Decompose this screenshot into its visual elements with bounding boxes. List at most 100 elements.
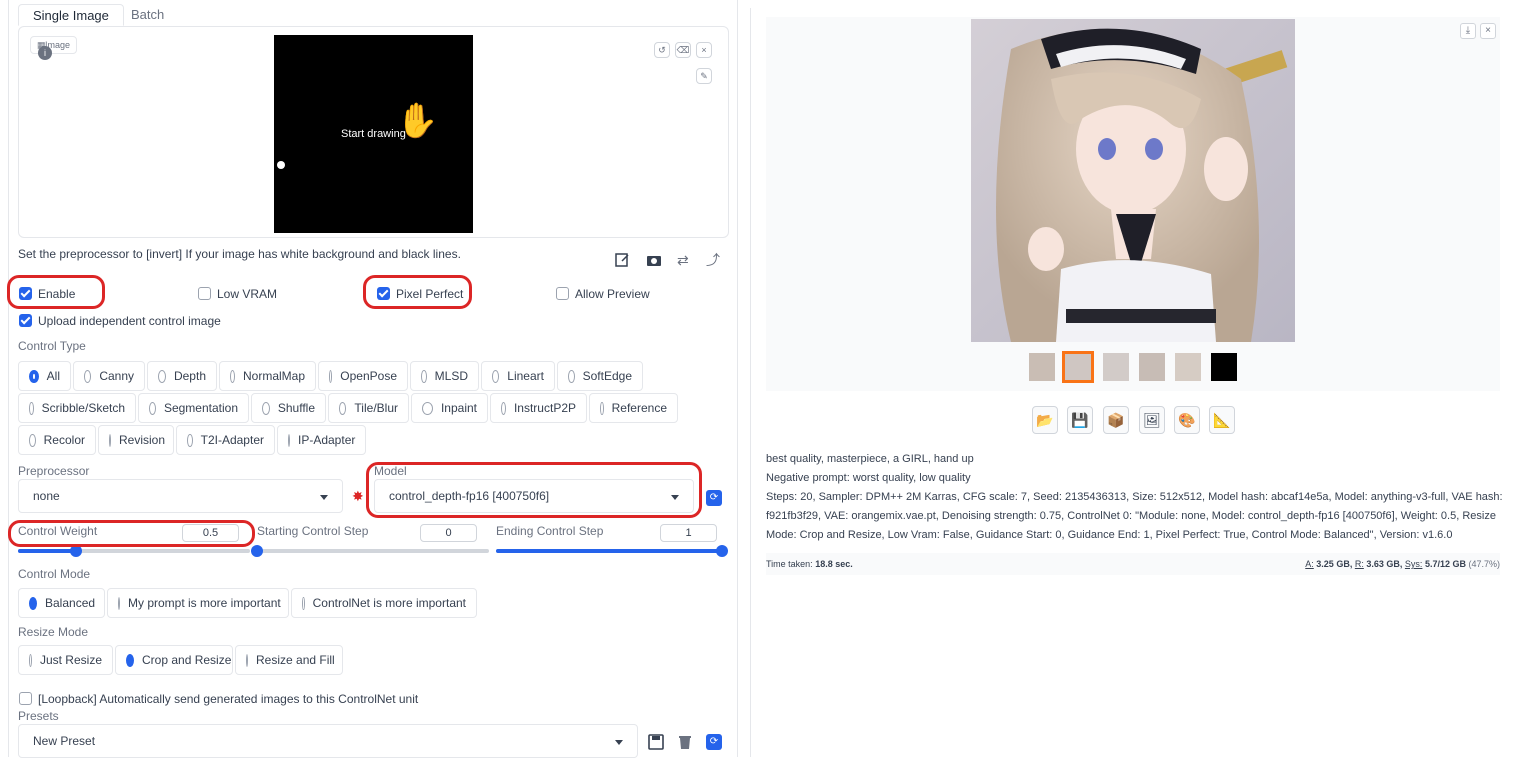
send-to-extras-button[interactable]: 📐 [1209, 406, 1235, 434]
control-type-segmentation[interactable]: Segmentation [138, 393, 249, 423]
thumbnail[interactable] [1175, 353, 1201, 381]
close-icon[interactable]: × [696, 42, 712, 58]
tab-batch[interactable]: Batch [117, 4, 178, 26]
erase-icon[interactable]: ⌫ [675, 42, 691, 58]
control-type-revision[interactable]: Revision [98, 425, 174, 455]
control-type-scribble[interactable]: Scribble/Sketch [18, 393, 136, 423]
chevron-down-icon [615, 740, 623, 745]
zip-button[interactable]: 📦 [1103, 406, 1129, 434]
send-to-img2img-button[interactable]: 🖼 [1139, 406, 1165, 434]
refresh-presets-icon[interactable]: ⟳ [706, 734, 722, 750]
drawing-canvas[interactable]: Start drawing ✋ [274, 35, 473, 233]
control-mode-label: Control Mode [18, 567, 91, 581]
brush-icon[interactable]: ✎ [696, 68, 712, 84]
zip-icon: 📦 [1107, 411, 1125, 428]
thumbnail-grid[interactable] [1029, 353, 1055, 381]
refresh-models-icon[interactable]: ⟳ [706, 490, 722, 506]
control-type-t2i-adapter[interactable]: T2I-Adapter [176, 425, 275, 455]
control-mode-prompt[interactable]: My prompt is more important [107, 588, 289, 618]
send-icon[interactable]: ⤴ [706, 252, 722, 268]
control-type-normalmap[interactable]: NormalMap [219, 361, 316, 391]
control-type-tile-blur[interactable]: Tile/Blur [328, 393, 409, 423]
starting-step-slider[interactable] [251, 545, 263, 557]
save-preset-icon[interactable] [648, 734, 664, 750]
control-mode-balanced[interactable]: Balanced [18, 588, 105, 618]
camera-icon[interactable] [646, 252, 662, 268]
tab-single-image[interactable]: Single Image [18, 4, 124, 26]
radio-icon [109, 433, 111, 447]
control-type-lineart[interactable]: Lineart [481, 361, 555, 391]
allow-preview-checkbox[interactable] [556, 287, 569, 300]
starting-step-track [257, 549, 489, 553]
resize-mode-fill[interactable]: Resize and Fill [235, 645, 343, 675]
presets-select[interactable]: New Preset [18, 724, 638, 758]
save-button[interactable]: 💾 [1067, 406, 1093, 434]
edit-icon[interactable] [614, 252, 630, 268]
radio-icon [230, 369, 235, 383]
control-type-instructp2p[interactable]: InstructP2P [490, 393, 587, 423]
run-preprocessor-icon[interactable]: ✸ [352, 488, 364, 505]
ending-step-input[interactable]: 1 [660, 524, 717, 542]
preprocessor-label: Preprocessor [18, 464, 90, 478]
ending-step-slider[interactable] [716, 545, 728, 557]
resize-mode-group: Just Resize Crop and Resize Resize and F… [18, 645, 345, 675]
thumbnail-control[interactable] [1211, 353, 1237, 381]
download-icon[interactable]: ⤓ [1460, 23, 1476, 39]
control-type-label: Control Type [18, 339, 86, 353]
control-type-shuffle[interactable]: Shuffle [251, 393, 326, 423]
ruler-icon: 📐 [1213, 411, 1231, 428]
radio-icon [118, 596, 120, 610]
low-vram-label: Low VRAM [217, 287, 278, 301]
control-type-inpaint[interactable]: Inpaint [411, 393, 488, 423]
allow-preview-label: Allow Preview [575, 287, 650, 301]
control-type-recolor[interactable]: Recolor [18, 425, 96, 455]
undo-icon[interactable]: ↺ [654, 42, 670, 58]
info-icon[interactable]: i [38, 46, 52, 60]
thumbnail[interactable] [1139, 353, 1165, 381]
control-type-canny[interactable]: Canny [73, 361, 145, 391]
upload-independent-checkbox[interactable] [19, 314, 32, 327]
thumbnail-selected[interactable] [1062, 351, 1094, 383]
control-type-depth[interactable]: Depth [147, 361, 217, 391]
radio-icon [329, 369, 333, 383]
radio-icon [422, 401, 433, 415]
delete-preset-icon[interactable] [677, 734, 693, 750]
control-weight-fill [18, 549, 76, 553]
time-taken: Time taken: 18.8 sec. [766, 559, 853, 569]
control-type-reference[interactable]: Reference [589, 393, 678, 423]
control-type-mlsd[interactable]: MLSD [410, 361, 479, 391]
close-icon[interactable]: × [1480, 23, 1496, 39]
resize-mode-just-resize[interactable]: Just Resize [18, 645, 113, 675]
thumbnail[interactable] [1103, 353, 1129, 381]
memory-usage: A: 3.25 GB, R: 3.63 GB, Sys: 5.7/12 GB (… [1305, 559, 1500, 569]
starting-step-label: Starting Control Step [257, 524, 369, 538]
hand-icon: ✋ [396, 102, 439, 140]
low-vram-checkbox[interactable] [198, 287, 211, 300]
radio-icon [126, 653, 134, 667]
open-folder-button[interactable]: 📂 [1032, 406, 1058, 434]
send-to-inpaint-button[interactable]: 🎨 [1174, 406, 1200, 434]
control-mode-group: Balanced My prompt is more important Con… [18, 588, 479, 618]
swap-icon[interactable]: ⇄ [677, 252, 693, 268]
radio-icon [149, 401, 156, 415]
control-type-all[interactable]: All [18, 361, 71, 391]
control-mode-controlnet[interactable]: ControlNet is more important [291, 588, 477, 618]
radio-icon [501, 401, 506, 415]
annotation-pixel-perfect [363, 275, 472, 309]
control-type-openpose[interactable]: OpenPose [318, 361, 408, 391]
control-type-softedge[interactable]: SoftEdge [557, 361, 643, 391]
control-type-ip-adapter[interactable]: IP-Adapter [277, 425, 366, 455]
resize-mode-crop[interactable]: Crop and Resize [115, 645, 233, 675]
radio-icon [302, 596, 305, 610]
preprocessor-select[interactable]: none [18, 479, 343, 513]
radio-icon [187, 433, 193, 447]
loopback-checkbox[interactable] [19, 692, 32, 705]
control-type-row-1: All Canny Depth NormalMap OpenPose MLSD … [18, 361, 645, 391]
generated-image[interactable] [971, 19, 1295, 342]
brush-cursor [277, 161, 285, 169]
starting-step-input[interactable]: 0 [420, 524, 477, 542]
preprocessor-hint: Set the preprocessor to [invert] If your… [18, 247, 461, 261]
radio-icon [29, 653, 32, 667]
annotation-control-weight [8, 520, 255, 547]
radio-icon [29, 596, 37, 610]
